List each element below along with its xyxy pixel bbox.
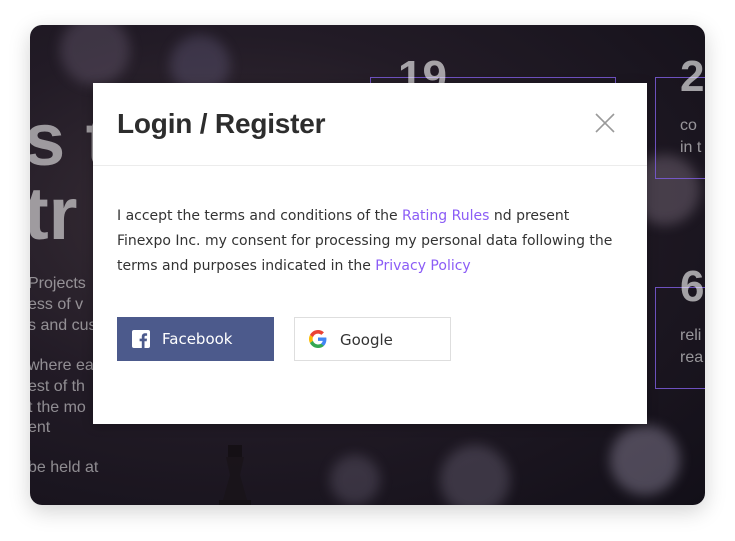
bokeh-light: [330, 455, 380, 505]
google-button-label: Google: [340, 331, 393, 349]
bokeh-light: [60, 25, 130, 85]
chess-piece-image: [219, 445, 251, 505]
stat-text: rea: [680, 349, 704, 366]
privacy-policy-link[interactable]: Privacy Policy: [375, 258, 470, 274]
google-login-button[interactable]: Google: [294, 317, 451, 361]
hero-paragraph-line: Projects: [30, 275, 86, 292]
stat-number: 6: [680, 262, 705, 311]
stat-text: reli: [680, 327, 702, 344]
rating-rules-link[interactable]: Rating Rules: [402, 208, 489, 224]
hero-paragraph-line: est of th: [30, 378, 85, 395]
hero-paragraph-line: t the mo: [30, 399, 86, 416]
consent-text-start: I accept the terms and conditions of the: [117, 208, 403, 224]
modal-header: Login / Register: [93, 83, 647, 166]
stat-text: in t: [680, 139, 702, 156]
stat-text: co: [680, 117, 697, 134]
hero-paragraph-line: be held at: [30, 459, 99, 476]
close-button[interactable]: [593, 111, 617, 135]
google-icon: [309, 330, 327, 348]
hero-heading-line2: tr: [30, 172, 78, 255]
bokeh-light: [440, 445, 510, 505]
hero-paragraph-line: s and cus: [30, 317, 97, 334]
close-icon[interactable]: [593, 111, 617, 135]
hero-paragraph-line: ess of v: [30, 296, 84, 313]
modal-title: Login / Register: [117, 108, 326, 139]
hero-paragraph-line: ent: [30, 419, 51, 436]
login-register-modal: Login / Register I accept the terms and …: [93, 83, 647, 424]
facebook-icon: [132, 330, 150, 348]
stat-number: 2: [680, 52, 705, 101]
bokeh-light: [610, 425, 680, 495]
facebook-login-button[interactable]: Facebook: [117, 317, 274, 361]
facebook-button-label: Facebook: [162, 330, 233, 348]
hero-paragraph-line: where ea: [30, 357, 94, 374]
consent-text: I accept the terms and conditions of the…: [117, 204, 627, 279]
